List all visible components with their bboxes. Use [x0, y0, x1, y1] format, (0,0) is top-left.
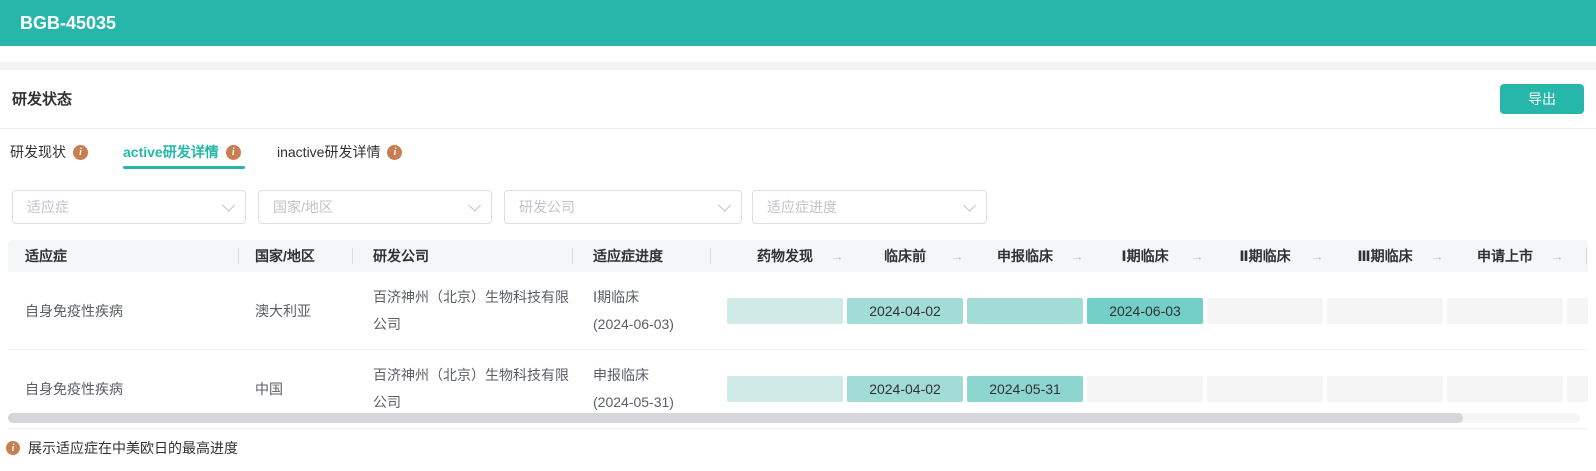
stage-cell-next-partial	[1567, 297, 1588, 324]
horizontal-divider	[0, 128, 1596, 129]
tab-label: active研发详情	[123, 144, 219, 160]
arrow-right-icon: →	[1310, 248, 1324, 264]
cell-company: 百济神州（北京）生物科技有限公司	[373, 288, 569, 332]
tab-inactive-rd-detail[interactable]: inactive研发详情 i	[277, 139, 403, 165]
col-header-stage-nda: 申请上市 →	[1447, 240, 1564, 272]
info-icon[interactable]: i	[225, 144, 241, 160]
stage-cell-phase2	[1207, 297, 1323, 324]
progress-date: (2024-05-31)	[593, 393, 674, 410]
stage-cell-nda	[1447, 375, 1563, 402]
arrow-right-icon: →	[950, 248, 964, 264]
page: BGB-45035 研发状态 导出 研发现状 i active研发详情 i in…	[0, 0, 1596, 471]
stage-cell-discovery	[727, 297, 843, 324]
cell-company: 百济神州（北京）生物科技有限公司	[373, 366, 569, 410]
info-icon[interactable]: i	[73, 144, 88, 160]
stage-cell-phase3	[1327, 375, 1443, 402]
section-title: 研发状态	[12, 91, 73, 108]
chevron-down-icon	[718, 198, 731, 212]
filter-country[interactable]: 国家/地区	[258, 190, 492, 224]
app-header: BGB-45035	[0, 0, 1596, 46]
col-header-stage-discovery: 药物发现 →	[727, 240, 844, 272]
export-button[interactable]: 导出	[1500, 84, 1584, 114]
col-header-stage-phase1: Ⅰ期临床 →	[1087, 240, 1204, 272]
filter-placeholder: 适应症进度	[767, 199, 837, 215]
arrow-right-icon: →	[1550, 248, 1564, 264]
arrow-right-icon: →	[1070, 248, 1084, 264]
stage-cell-ind	[967, 297, 1083, 324]
footnote: i 展示适应症在中美欧日的最高进度	[6, 438, 238, 458]
cell-country: 中国	[255, 380, 283, 397]
col-header-country: 国家/地区	[255, 248, 315, 264]
col-header-stage-phase2: Ⅱ期临床 →	[1207, 240, 1324, 272]
cell-progress: 申报临床 (2024-05-31)	[593, 350, 713, 413]
col-header-stage-ind: 申报临床 →	[967, 240, 1084, 272]
table-row: 自身免疫性疾病 澳大利亚 百济神州（北京）生物科技有限公司 Ⅰ期临床 (2024…	[8, 272, 1588, 350]
tab-active-rd-detail[interactable]: active研发详情 i	[123, 139, 241, 165]
col-header-stage-preclinical: 临床前 →	[847, 240, 964, 272]
stage-cell-phase2	[1207, 375, 1323, 402]
section-separator	[0, 62, 1596, 70]
pipeline-table: 适应症 国家/地区 研发公司 适应症进度 药物发现 → 临床前 → 申报临床 → Ⅰ期…	[8, 240, 1588, 413]
column-divider	[1586, 248, 1587, 264]
tab-label: 研发现状	[10, 144, 66, 160]
filter-company[interactable]: 研发公司	[504, 190, 742, 224]
arrow-right-icon: →	[1430, 248, 1444, 264]
stage-cell-discovery	[727, 375, 843, 402]
arrow-right-icon: →	[1190, 248, 1204, 264]
col-header-progress: 适应症进度	[593, 248, 663, 264]
cell-progress: Ⅰ期临床 (2024-06-03)	[593, 272, 713, 349]
progress-stage: Ⅰ期临床	[593, 288, 640, 305]
table-bottom-border	[8, 428, 1588, 429]
active-tab-underline	[123, 166, 245, 169]
col-header-indication: 适应症	[25, 248, 67, 264]
stage-cell-preclinical: 2024-04-02	[847, 375, 963, 402]
stage-timeline: 2024-04-02 2024-06-03	[727, 297, 1588, 324]
filter-indication[interactable]: 适应症	[12, 190, 246, 224]
filter-progress[interactable]: 适应症进度	[752, 190, 987, 224]
chevron-down-icon	[222, 198, 235, 212]
filter-placeholder: 国家/地区	[273, 199, 333, 215]
tab-rd-overview[interactable]: 研发现状 i	[10, 139, 88, 165]
table-row: 自身免疫性疾病 中国 百济神州（北京）生物科技有限公司 申报临床 (2024-0…	[8, 350, 1588, 413]
stage-header-strip: 药物发现 → 临床前 → 申报临床 → Ⅰ期临床 → Ⅱ期临床 → Ⅲ期临床 → 申请上市 →	[727, 240, 1567, 272]
cell-country: 澳大利亚	[255, 302, 311, 319]
chevron-down-icon	[963, 198, 976, 212]
table-header-row: 适应症 国家/地区 研发公司 适应症进度 药物发现 → 临床前 → 申报临床 → Ⅰ期…	[8, 240, 1588, 272]
drug-title: BGB-45035	[20, 13, 117, 33]
stage-timeline: 2024-04-02 2024-05-31	[727, 375, 1588, 402]
col-header-stage-phase3: Ⅲ期临床 →	[1327, 240, 1444, 272]
progress-stage: 申报临床	[593, 366, 649, 383]
filter-placeholder: 研发公司	[519, 199, 575, 215]
filter-placeholder: 适应症	[27, 199, 69, 215]
stage-cell-preclinical: 2024-04-02	[847, 297, 963, 324]
cell-indication: 自身免疫性疾病	[25, 380, 123, 397]
col-header-company: 研发公司	[373, 248, 429, 264]
horizontal-scrollbar-thumb[interactable]	[8, 413, 1463, 423]
info-icon[interactable]: i	[387, 144, 403, 160]
stage-cell-phase1: 2024-06-03	[1087, 297, 1203, 324]
column-divider	[572, 248, 573, 264]
stage-cell-nda	[1447, 297, 1563, 324]
footnote-text: 展示适应症在中美欧日的最高进度	[28, 440, 238, 456]
info-icon: i	[6, 441, 20, 455]
column-divider	[238, 248, 239, 264]
stage-cell-phase3	[1327, 297, 1443, 324]
column-divider	[352, 248, 353, 264]
chevron-down-icon	[468, 198, 481, 212]
arrow-right-icon: →	[830, 248, 844, 264]
cell-indication: 自身免疫性疾病	[25, 302, 123, 319]
progress-date: (2024-06-03)	[593, 315, 674, 332]
tab-label: inactive研发详情	[277, 144, 381, 160]
stage-cell-phase1	[1087, 375, 1203, 402]
stage-cell-ind: 2024-05-31	[967, 375, 1083, 402]
column-divider	[710, 248, 711, 264]
stage-cell-next-partial	[1567, 375, 1588, 402]
horizontal-scrollbar-track[interactable]	[8, 413, 1580, 423]
